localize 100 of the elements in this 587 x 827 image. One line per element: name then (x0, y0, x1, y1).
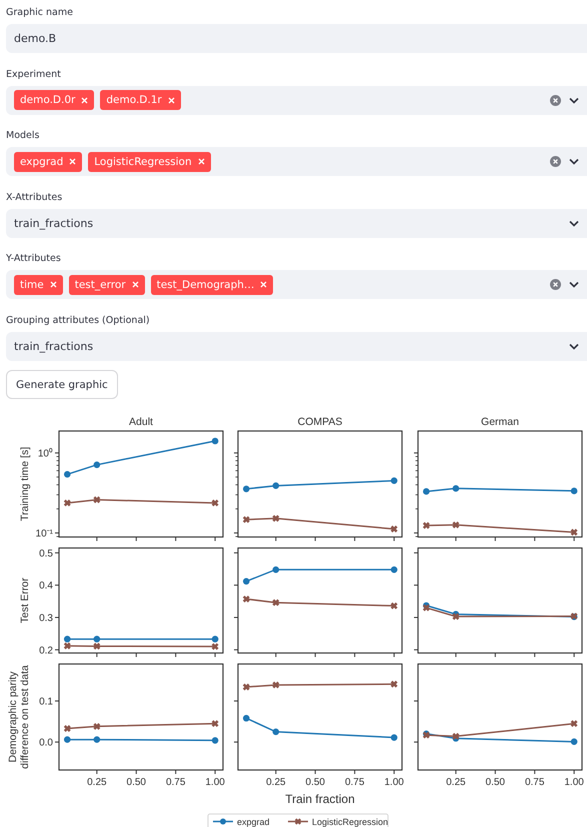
tag-chip[interactable]: test_Demograph… (150, 274, 274, 294)
tick-mark (414, 649, 418, 650)
chevron-down-icon[interactable] (569, 281, 579, 288)
tick-mark (235, 484, 238, 486)
tick-mark (56, 484, 60, 486)
tick-mark (234, 616, 238, 618)
column-title: Adult (129, 416, 153, 428)
tick-mark (415, 494, 418, 496)
tick-mark (534, 770, 536, 774)
data-point (272, 514, 280, 522)
tick-mark (275, 536, 276, 542)
tick-mark (54, 649, 60, 650)
multiselect-field[interactable]: demo.D.0r demo.D.1r (6, 86, 587, 114)
tick-mark (136, 770, 137, 774)
remove-icon[interactable] (198, 158, 205, 165)
remove-icon[interactable] (132, 281, 139, 288)
tick-mark (394, 770, 395, 774)
data-point (212, 737, 218, 744)
clear-icon[interactable] (550, 94, 561, 106)
tick-mark (235, 476, 238, 478)
remove-icon[interactable] (50, 281, 57, 288)
tick-label: 1.00 (205, 777, 225, 788)
data-point (64, 736, 71, 743)
chevron-down-icon[interactable] (569, 96, 579, 104)
tick-label: 0.25 (446, 777, 466, 788)
data-point (390, 680, 398, 688)
tick-label: 0.50 (306, 777, 325, 788)
tick-mark (234, 552, 238, 554)
column-title: German (481, 416, 519, 428)
tick-label: 0.50 (486, 777, 505, 788)
tick-mark (314, 536, 316, 542)
data-point (452, 521, 460, 528)
select-field[interactable]: train_fractions (6, 332, 587, 360)
data-point (570, 738, 578, 745)
multiselect-field[interactable]: expgrad LogisticRegression (6, 147, 587, 176)
tick-label: 1.00 (564, 777, 584, 788)
data-point (390, 526, 398, 532)
data-point (390, 477, 398, 484)
generate-button[interactable]: Generate graphic (6, 370, 118, 399)
tick-mark (314, 652, 316, 658)
tick-mark (275, 770, 276, 774)
field-label: Models (6, 129, 40, 142)
tick-mark (494, 652, 496, 658)
tick-mark (414, 584, 418, 586)
tick-mark (414, 552, 418, 554)
data-point (242, 684, 250, 690)
tag-chip[interactable]: demo.D.1r (100, 90, 181, 110)
tick-mark (235, 508, 238, 510)
tick-label: 0.75 (524, 777, 544, 788)
tick-mark (96, 770, 98, 774)
tag-chip[interactable]: test_error (68, 274, 145, 294)
clear-icon[interactable] (550, 156, 561, 167)
tag-chip[interactable]: time (14, 274, 63, 294)
tick-mark (234, 649, 238, 650)
data-point (212, 438, 218, 444)
data-point (422, 522, 430, 529)
multiselect-field[interactable]: time test_error test_Demograph… (6, 270, 587, 299)
tick-mark (275, 652, 276, 658)
data-point (94, 462, 100, 468)
chevron-down-icon[interactable] (569, 158, 579, 165)
tick-mark (494, 536, 496, 542)
axis-title: Training time [s] (19, 446, 31, 522)
remove-icon[interactable] (81, 96, 88, 104)
tag-chip[interactable]: demo.D.0r (14, 90, 94, 110)
tag-chip[interactable]: expgrad (14, 152, 82, 172)
tick-label: 0.25 (87, 777, 107, 788)
tick-mark (54, 552, 60, 554)
data-point (272, 728, 280, 736)
tick-mark (56, 470, 60, 472)
tick-mark (534, 652, 536, 658)
legend-label: expgrad (237, 817, 270, 827)
tick-mark (394, 652, 395, 658)
data-point (94, 736, 100, 743)
tick-mark (414, 700, 418, 702)
tick-mark (214, 536, 216, 542)
tick-label: 0.2 (39, 645, 53, 656)
column-title: COMPAS (298, 416, 342, 428)
axis-title: Demographic parity difference on test data (7, 665, 31, 769)
remove-icon[interactable] (69, 158, 76, 165)
tick-mark (414, 616, 418, 618)
data-point (212, 500, 219, 506)
data-point (242, 578, 250, 585)
tick-mark (354, 770, 356, 774)
clear-icon[interactable] (550, 279, 561, 290)
data-point (64, 471, 71, 478)
remove-icon[interactable] (168, 96, 175, 104)
select-field[interactable]: train_fractions (6, 208, 587, 238)
remove-icon[interactable] (260, 281, 268, 288)
chevron-down-icon (569, 220, 579, 226)
tag-chip[interactable]: LogisticRegression (88, 152, 211, 172)
tick-label: 10⁻¹ (36, 528, 53, 540)
field-label: Y-Attributes (6, 252, 61, 265)
field-label: Grouping attributes (Optional) (6, 314, 150, 326)
tick-mark (354, 652, 356, 658)
tick-mark (415, 508, 418, 510)
data-point (272, 566, 280, 573)
text-field[interactable]: demo.B (6, 24, 587, 53)
data-point (93, 496, 100, 504)
data-point (272, 482, 280, 489)
tick-mark (175, 652, 176, 658)
